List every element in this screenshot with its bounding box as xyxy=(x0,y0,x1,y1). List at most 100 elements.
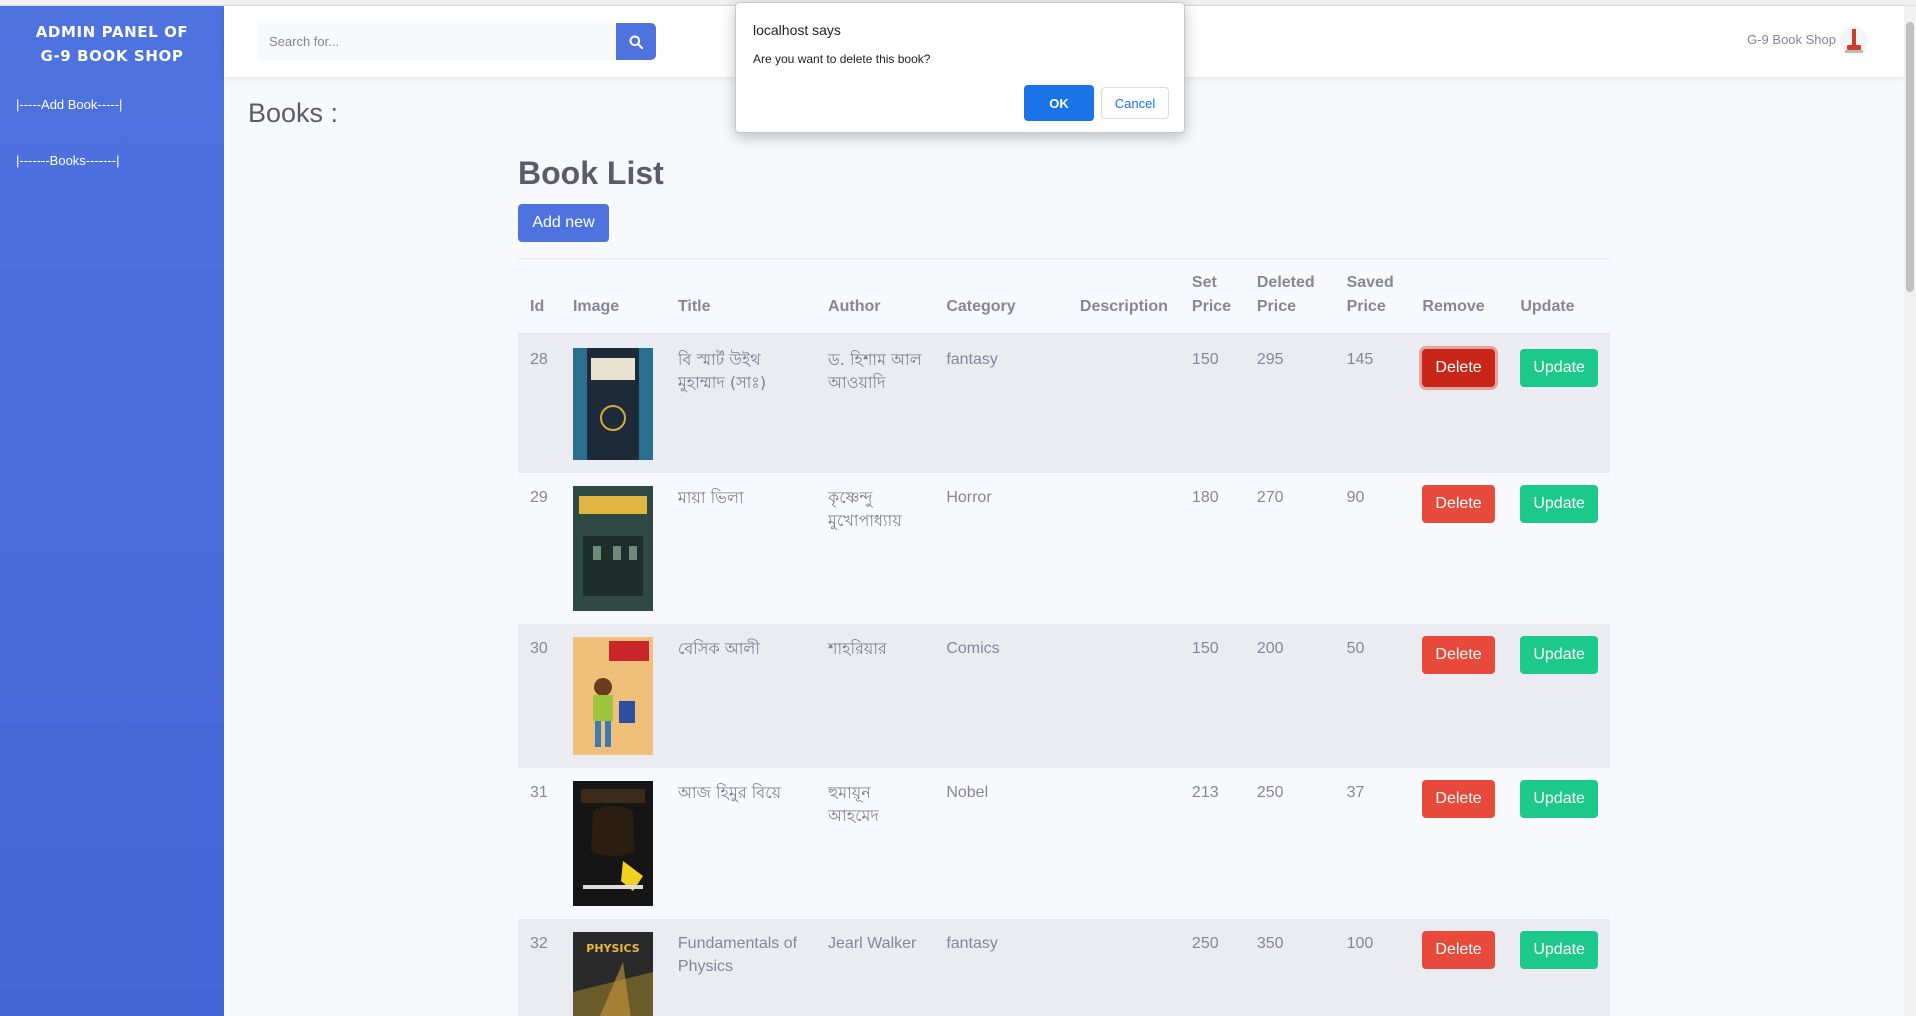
sidebar: ADMIN PANEL OF G-9 BOOK SHOP |-----Add B… xyxy=(0,6,224,1016)
book-table-container: Id Image Title Author Category Descripti… xyxy=(518,258,1610,1016)
cell-image: PHYSICS xyxy=(560,919,666,1016)
book-cover-image[interactable] xyxy=(572,348,653,460)
table-row: 28 বি স্মার্ট উইথ মুহাম্মাদ (সাঃ) ড. হিশ… xyxy=(518,334,1610,473)
cell-set-price: 180 xyxy=(1179,473,1245,624)
header-set-price: Set Price xyxy=(1179,259,1245,335)
cell-description xyxy=(1067,624,1180,768)
sidebar-brand[interactable]: ADMIN PANEL OF G-9 BOOK SHOP xyxy=(0,6,224,68)
cell-image xyxy=(560,624,666,768)
cell-description xyxy=(1067,334,1180,473)
book-cover-image[interactable] xyxy=(572,781,653,906)
dialog-title: localhost says xyxy=(753,22,841,38)
header-category: Category xyxy=(934,259,1068,335)
cell-description xyxy=(1067,473,1180,624)
cell-author: শাহরিয়ার xyxy=(816,624,935,768)
cell-category: Comics xyxy=(934,624,1068,768)
header-saved-price: Saved Price xyxy=(1334,259,1411,335)
cell-saved-price: 37 xyxy=(1334,768,1411,919)
sidebar-item-books[interactable]: |-------Books-------| xyxy=(16,153,120,168)
header-title: Title xyxy=(665,259,817,335)
delete-button[interactable]: Delete xyxy=(1422,931,1495,969)
book-cover-image[interactable]: PHYSICS xyxy=(572,932,653,1016)
cell-id: 32 xyxy=(518,919,561,1016)
update-button[interactable]: Update xyxy=(1520,931,1598,969)
header-description: Description xyxy=(1067,259,1180,335)
header-author: Author xyxy=(816,259,935,335)
book-cover-image[interactable] xyxy=(572,486,653,611)
cell-update: Update xyxy=(1508,473,1610,624)
cell-image xyxy=(560,334,666,473)
dialog-cancel-button[interactable]: Cancel xyxy=(1101,87,1169,119)
delete-button[interactable]: Delete xyxy=(1422,349,1495,387)
search-icon xyxy=(629,35,643,49)
update-button[interactable]: Update xyxy=(1520,349,1598,387)
cell-remove: Delete xyxy=(1410,624,1509,768)
cell-title: মায়া ভিলা xyxy=(665,473,817,624)
book-table: Id Image Title Author Category Descripti… xyxy=(518,259,1610,1016)
cell-deleted-price: 250 xyxy=(1244,768,1335,919)
confirm-dialog: localhost says Are you want to delete th… xyxy=(735,2,1185,133)
cell-category: Horror xyxy=(934,473,1068,624)
update-button[interactable]: Update xyxy=(1520,636,1598,674)
scrollbar-thumb[interactable] xyxy=(1906,22,1914,292)
cell-category: fantasy xyxy=(934,334,1068,473)
svg-text:PHYSICS: PHYSICS xyxy=(586,942,640,955)
cell-saved-price: 50 xyxy=(1334,624,1411,768)
cell-id: 31 xyxy=(518,768,561,919)
user-avatar-icon[interactable] xyxy=(1840,27,1868,55)
search-input[interactable] xyxy=(257,23,621,60)
dialog-ok-button[interactable]: OK xyxy=(1024,85,1094,121)
update-button[interactable]: Update xyxy=(1520,780,1598,818)
cell-author: Jearl Walker xyxy=(816,919,935,1016)
table-row: 31 আজ হিমুর বিয়ে হুমায়ূন আহমেদ Nobel 2… xyxy=(518,768,1610,919)
cell-deleted-price: 270 xyxy=(1244,473,1335,624)
delete-button[interactable]: Delete xyxy=(1422,485,1495,523)
cell-remove: Delete xyxy=(1410,473,1509,624)
cell-deleted-price: 295 xyxy=(1244,334,1335,473)
cell-title: Fundamentals of Physics xyxy=(665,919,817,1016)
cell-remove: Delete xyxy=(1410,768,1509,919)
cell-author: হুমায়ূন আহমেদ xyxy=(816,768,935,919)
search-button[interactable] xyxy=(616,23,656,60)
cell-image xyxy=(560,768,666,919)
page-heading: Books : xyxy=(248,98,339,128)
book-list-title: Book List xyxy=(518,155,664,191)
table-row: 30 বেসিক আলী শাহরিয়ার Comics 150 200 50… xyxy=(518,624,1610,768)
scrollbar[interactable] xyxy=(1904,6,1916,1016)
cell-deleted-price: 350 xyxy=(1244,919,1335,1016)
cell-saved-price: 90 xyxy=(1334,473,1411,624)
cell-deleted-price: 200 xyxy=(1244,624,1335,768)
cell-saved-price: 100 xyxy=(1334,919,1411,1016)
add-new-button[interactable]: Add new xyxy=(518,204,609,242)
cell-set-price: 250 xyxy=(1179,919,1245,1016)
header-id: Id xyxy=(518,259,561,335)
book-cover-image[interactable] xyxy=(572,637,653,755)
cell-remove: Delete xyxy=(1410,334,1509,473)
cell-title: আজ হিমুর বিয়ে xyxy=(665,768,817,919)
cell-update: Update xyxy=(1508,624,1610,768)
cell-description xyxy=(1067,919,1180,1016)
cell-id: 29 xyxy=(518,473,561,624)
cell-update: Update xyxy=(1508,919,1610,1016)
cell-title: বেসিক আলী xyxy=(665,624,817,768)
header-remove: Remove xyxy=(1410,259,1509,335)
header-image: Image xyxy=(560,259,666,335)
shop-name[interactable]: G-9 Book Shop xyxy=(1747,32,1836,47)
update-button[interactable]: Update xyxy=(1520,485,1598,523)
cell-remove: Delete xyxy=(1410,919,1509,1016)
cell-set-price: 150 xyxy=(1179,624,1245,768)
cell-id: 30 xyxy=(518,624,561,768)
cell-author: ড. হিশাম আল আওয়াদি xyxy=(816,334,935,473)
dialog-message: Are you want to delete this book? xyxy=(753,52,931,66)
cell-title: বি স্মার্ট উইথ মুহাম্মাদ (সাঃ) xyxy=(665,334,817,473)
delete-button[interactable]: Delete xyxy=(1422,636,1495,674)
header-update: Update xyxy=(1508,259,1610,335)
cell-update: Update xyxy=(1508,768,1610,919)
cell-image xyxy=(560,473,666,624)
table-row: 32 PHYSICS Fundamentals of Physics Jearl… xyxy=(518,919,1610,1016)
table-row: 29 মায়া ভিলা কৃষ্ণেন্দু মুখোপাধ্যায় Ho… xyxy=(518,473,1610,624)
cell-set-price: 150 xyxy=(1179,334,1245,473)
cell-set-price: 213 xyxy=(1179,768,1245,919)
sidebar-item-add-book[interactable]: |-----Add Book-----| xyxy=(16,97,122,112)
delete-button[interactable]: Delete xyxy=(1422,780,1495,818)
